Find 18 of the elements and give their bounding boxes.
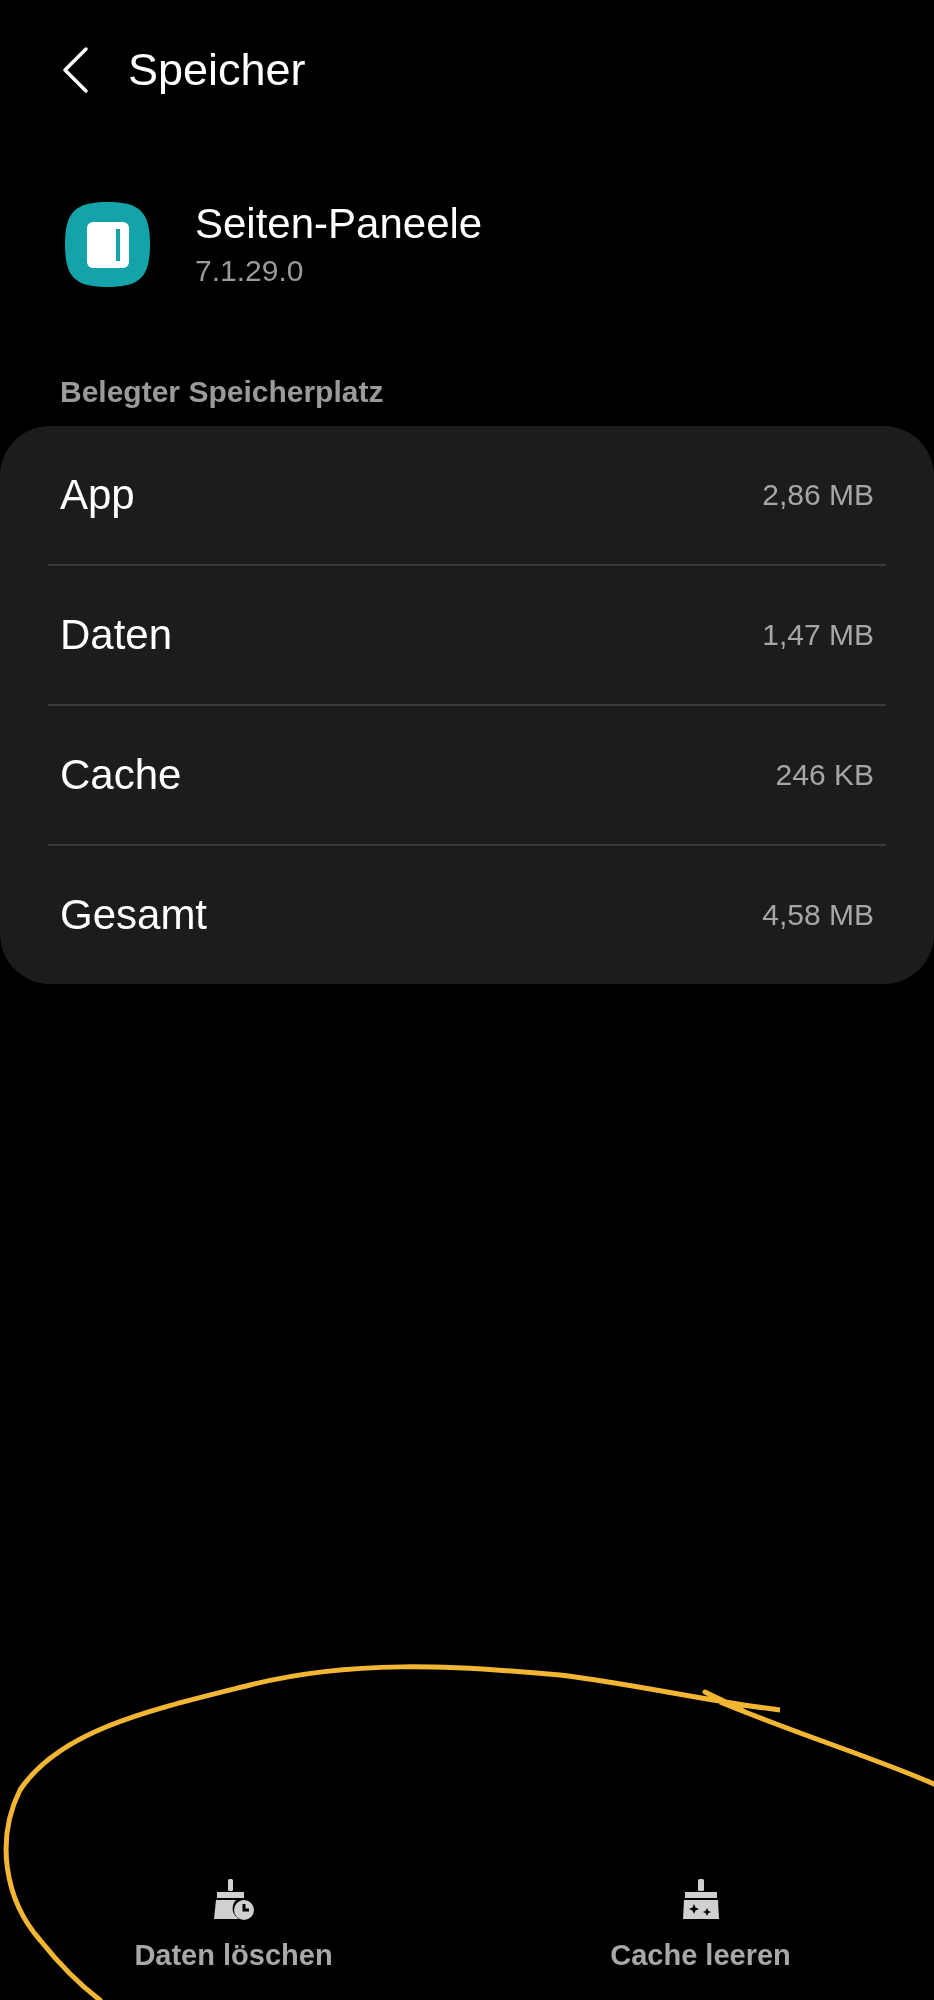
screen-title: Speicher [128, 44, 306, 96]
action-button[interactable]: Cache leeren [530, 1879, 871, 1972]
storage-value: 2,86 MB [762, 478, 874, 512]
storage-value: 1,47 MB [762, 618, 874, 652]
storage-value: 4,58 MB [762, 898, 874, 932]
section-header: Belegter Speicherplatz [59, 374, 385, 410]
app-name: Seiten-Paneele [195, 200, 483, 248]
storage-value: 246 KB [775, 758, 874, 792]
storage-label: Daten [60, 611, 173, 659]
app-version: 7.1.29.0 [195, 254, 305, 288]
back-icon[interactable] [60, 46, 90, 94]
storage-label: App [60, 471, 135, 519]
storage-label: Gesamt [60, 891, 208, 939]
storage-label: Cache [60, 751, 182, 799]
app-icon [65, 201, 150, 287]
broom-sparkle-icon [681, 1879, 720, 1921]
broom-clock-icon [212, 1879, 255, 1921]
action-button[interactable]: Daten löschen [63, 1879, 404, 1972]
